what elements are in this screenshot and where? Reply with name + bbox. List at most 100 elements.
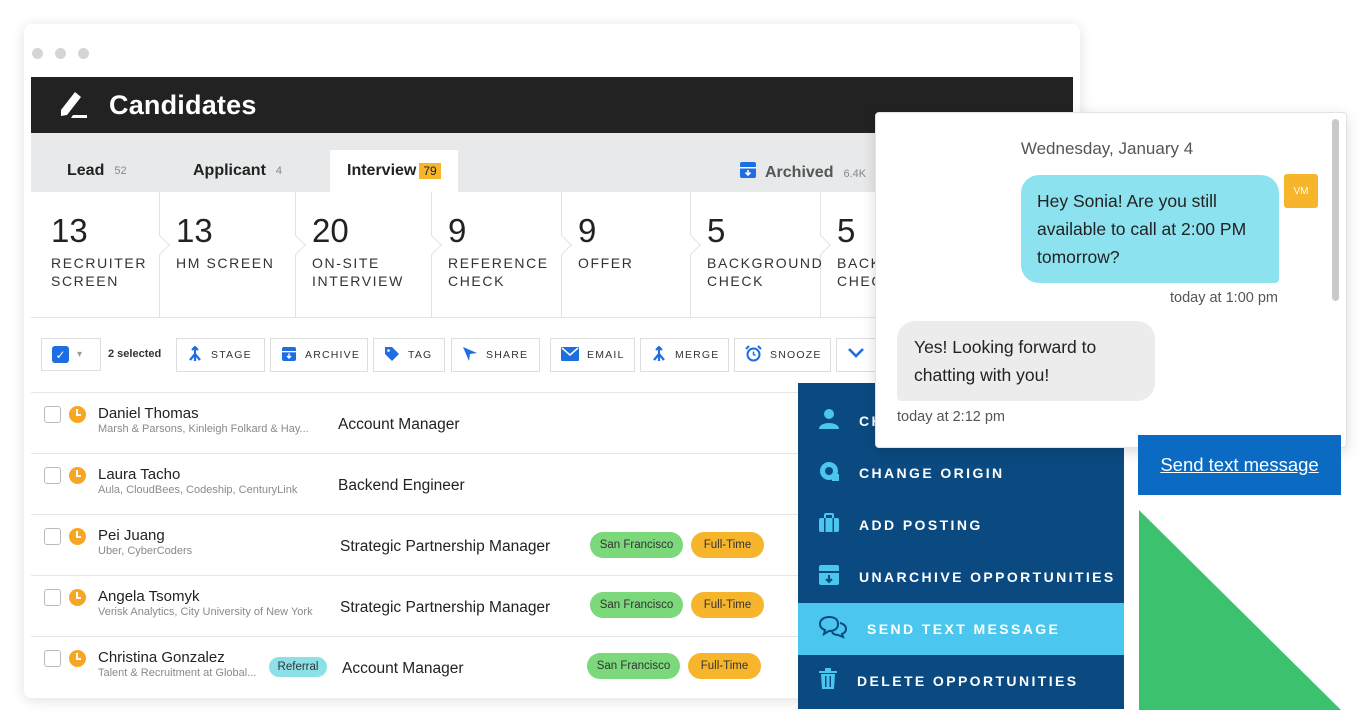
avatar: VM	[1284, 174, 1318, 208]
tag-button[interactable]: TAG	[373, 338, 445, 372]
chevron-down-icon	[847, 346, 865, 364]
tab-archived[interactable]: Archived 6.4K	[739, 161, 866, 184]
button-label: ARCHIVE	[305, 349, 361, 361]
send-button-label: Send text message	[1160, 454, 1319, 475]
select-all-dropdown[interactable]: ✓ ▾	[41, 338, 101, 371]
clock-icon	[69, 589, 86, 606]
candidate-name[interactable]: Pei Juang	[98, 527, 165, 544]
stage-name: ON-SITE INTERVIEW	[312, 255, 404, 289]
row-checkbox[interactable]	[44, 650, 61, 667]
job-type-tag[interactable]: Full-Time	[688, 653, 761, 679]
tab-lead[interactable]: Lead 52	[67, 150, 127, 192]
archive-box-icon	[739, 161, 757, 184]
candidate-name[interactable]: Christina Gonzalez	[98, 649, 225, 666]
stage-recruiter-screen[interactable]: 13 RECRUITER SCREEN	[31, 192, 170, 318]
clock-icon	[69, 650, 86, 667]
send-text-message-button[interactable]: Send text message	[1138, 435, 1341, 495]
row-checkbox[interactable]	[44, 589, 61, 606]
candidate-role: Account Manager	[338, 416, 460, 433]
menu-item-change-origin[interactable]: CHANGE ORIGIN	[798, 447, 1124, 499]
stage-button[interactable]: STAGE	[176, 338, 265, 372]
candidate-name[interactable]: Daniel Thomas	[98, 405, 199, 422]
clock-icon	[69, 528, 86, 545]
tab-label: Interview	[347, 162, 417, 179]
pencil-logo-icon	[57, 88, 89, 123]
tab-applicant[interactable]: Applicant 4	[193, 150, 282, 192]
tab-count: 4	[275, 165, 283, 177]
email-button[interactable]: EMAIL	[550, 338, 635, 372]
tab-label: Archived	[765, 163, 834, 181]
row-checkbox[interactable]	[44, 467, 61, 484]
candidate-companies: Marsh & Parsons, Kinleigh Folkard & Hay.…	[98, 423, 309, 435]
menu-item-label: DELETE OPPORTUNITIES	[857, 673, 1079, 689]
tab-label: Applicant	[193, 162, 266, 179]
tab-count: 6.4K	[843, 168, 867, 180]
row-checkbox[interactable]	[44, 406, 61, 423]
stage-reference-check[interactable]: 9 REFERENCE CHECK	[432, 192, 572, 318]
share-icon	[462, 346, 478, 365]
outgoing-timestamp: today at 1:00 pm	[1169, 290, 1278, 306]
window-controls	[32, 48, 89, 59]
scrollbar[interactable]	[1332, 119, 1339, 301]
row-checkbox[interactable]	[44, 528, 61, 545]
button-label: SNOOZE	[770, 349, 822, 361]
button-label: STAGE	[211, 349, 252, 361]
chevron-down-icon: ▾	[77, 349, 83, 360]
menu-item-send-text-message[interactable]: SEND TEXT MESSAGE	[798, 603, 1124, 655]
briefcase-icon	[818, 512, 840, 538]
window-dot-close[interactable]	[32, 48, 43, 59]
outgoing-message: Hey Sonia! Are you still available to ca…	[1021, 175, 1279, 283]
more-actions-button[interactable]	[836, 338, 876, 372]
share-button[interactable]: SHARE	[451, 338, 540, 372]
menu-item-add-posting[interactable]: ADD POSTING	[798, 499, 1124, 551]
page-title: Candidates	[109, 89, 257, 120]
checked-checkbox-icon: ✓	[52, 346, 69, 363]
incoming-message: Yes! Looking forward to chatting with yo…	[897, 321, 1155, 401]
menu-item-label: SEND TEXT MESSAGE	[867, 621, 1061, 637]
button-label: TAG	[408, 349, 433, 361]
stage-name: BACKGROUND CHECK	[707, 255, 824, 289]
chat-icon	[818, 615, 848, 644]
location-tag[interactable]: San Francisco	[587, 653, 680, 679]
decorative-triangle	[1139, 510, 1341, 710]
menu-item-unarchive-opportunities[interactable]: UNARCHIVE OPPORTUNITIES	[798, 551, 1124, 603]
candidate-companies: Uber, CyberCoders	[98, 545, 193, 557]
archive-icon	[281, 346, 297, 365]
stage-count: 13	[176, 212, 213, 249]
archive-button[interactable]: ARCHIVE	[270, 338, 368, 372]
candidate-role: Strategic Partnership Manager	[340, 538, 551, 555]
window-dot-maximize[interactable]	[78, 48, 89, 59]
stage-count: 20	[312, 212, 349, 249]
candidate-companies: Talent & Recruitment at Global...	[98, 667, 257, 679]
candidate-companies: Verisk Analytics, City University of New…	[98, 606, 313, 618]
merge-icon	[651, 344, 667, 365]
job-type-tag[interactable]: Full-Time	[691, 532, 764, 558]
selected-count: 2 selected	[108, 348, 162, 360]
location-tag[interactable]: San Francisco	[590, 532, 683, 558]
candidate-name[interactable]: Laura Tacho	[98, 466, 180, 483]
unarchive-icon	[818, 564, 840, 591]
stage-name: RECRUITER SCREEN	[51, 255, 148, 289]
merge-button[interactable]: MERGE	[640, 338, 729, 372]
candidate-role: Account Manager	[342, 660, 464, 677]
window-dot-minimize[interactable]	[55, 48, 66, 59]
tab-count: 52	[114, 165, 127, 177]
menu-item-delete-opportunities[interactable]: DELETE OPPORTUNITIES	[798, 655, 1124, 707]
menu-item-label: ADD POSTING	[859, 517, 983, 533]
location-tag[interactable]: San Francisco	[590, 592, 683, 618]
tab-interview[interactable]: Interview 79	[330, 150, 458, 192]
snooze-button[interactable]: SNOOZE	[734, 338, 831, 372]
alarm-clock-icon	[745, 345, 762, 365]
stage-count: 9	[578, 212, 597, 249]
clock-icon	[69, 406, 86, 423]
candidate-role: Strategic Partnership Manager	[340, 599, 551, 616]
stage-hm-screen[interactable]: 13 HM SCREEN	[160, 192, 306, 318]
job-type-tag[interactable]: Full-Time	[691, 592, 764, 618]
stage-offer[interactable]: 9 OFFER	[562, 192, 701, 318]
stage-background-check[interactable]: 5 BACKGROUND CHECK	[691, 192, 831, 318]
stage-onsite-interview[interactable]: 20 ON-SITE INTERVIEW	[296, 192, 442, 318]
sms-conversation-panel: Wednesday, January 4 Hey Sonia! Are you …	[875, 112, 1347, 448]
candidate-name[interactable]: Angela Tsomyk	[98, 588, 199, 605]
menu-item-label: CHANGE ORIGIN	[859, 465, 1005, 481]
tab-label: Lead	[67, 162, 105, 179]
